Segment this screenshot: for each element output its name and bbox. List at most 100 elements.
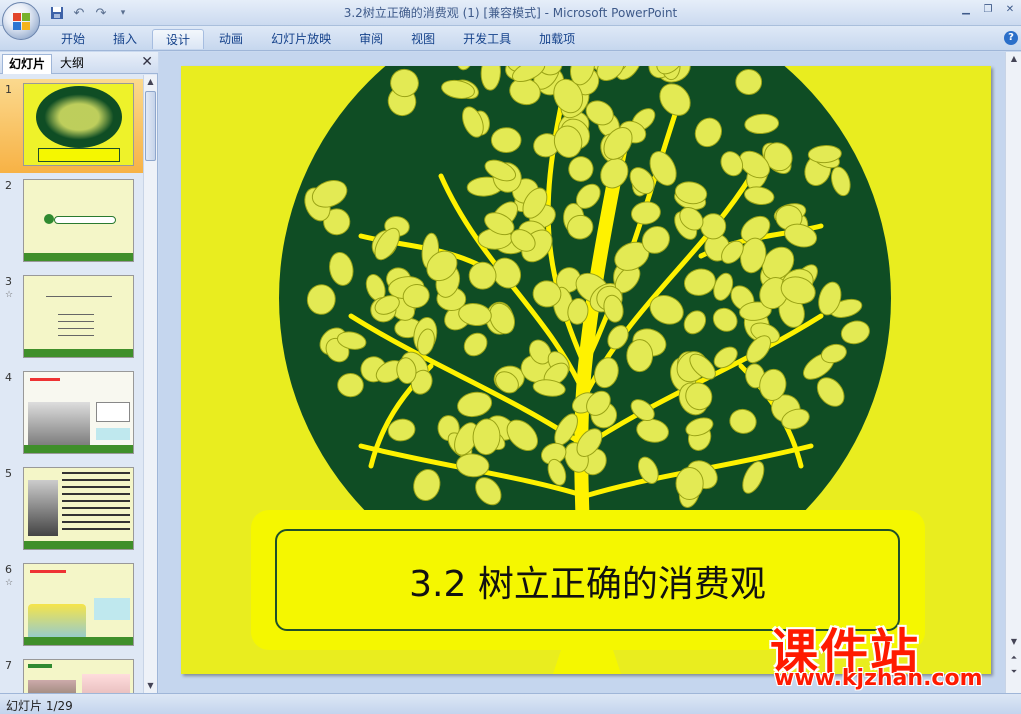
tab-4[interactable]: 幻灯片放映 xyxy=(258,29,344,49)
tree-leaf xyxy=(490,127,522,154)
tab-slides[interactable]: 幻灯片 xyxy=(2,54,53,74)
slide-thumbnail[interactable] xyxy=(23,179,134,262)
slide-thumbnail-row[interactable]: 2 xyxy=(0,175,144,269)
tree-leaf xyxy=(675,467,704,500)
watermark-url: www.kjzhan.com xyxy=(774,666,983,691)
thumbnail-shape xyxy=(28,664,52,668)
close-icon[interactable]: ✕ xyxy=(999,0,1021,18)
ribbon-tabs: 开始 插入 设计 动画 幻灯片放映 审阅 视图 开发工具 加载项 xyxy=(48,29,590,49)
slide-thumbnail[interactable] xyxy=(23,467,134,550)
thumbnail-shape xyxy=(58,328,94,329)
slide-title[interactable]: 3.2 树立正确的消费观 xyxy=(277,555,898,607)
slide-thumbnail-row[interactable]: 5 xyxy=(0,463,144,557)
tree-leaf xyxy=(626,339,654,373)
thumbnail-shape xyxy=(96,402,130,422)
title-bar: ↶ ↷ ▾ 3.2树立正确的消费观 (1) [兼容模式] - Microsoft… xyxy=(0,0,1021,26)
thumbnail-shape xyxy=(58,335,94,336)
thumbnail-shape xyxy=(28,402,90,448)
tab-outline[interactable]: 大纲 xyxy=(54,54,90,74)
slide-thumbnail[interactable] xyxy=(23,659,134,693)
thumbnail-shape xyxy=(62,507,130,509)
thumbnail-shape xyxy=(46,296,112,297)
thumbnail-number: 4 xyxy=(5,371,12,384)
thumbnail-number: 2 xyxy=(5,179,12,192)
slide-thumbnail[interactable] xyxy=(23,275,134,358)
animation-star-icon: ☆ xyxy=(5,290,14,300)
thumbnail-shape xyxy=(62,500,130,502)
scroll-up-icon[interactable]: ▲ xyxy=(144,75,157,89)
thumbnail-shape xyxy=(24,445,133,453)
main-scrollbar[interactable]: ▲ ▼ ⏶ ⏷ xyxy=(1005,52,1021,693)
thumbnail-shape xyxy=(62,521,130,523)
thumbnail-shape xyxy=(24,541,133,549)
slide-thumbnail-row[interactable]: 1 xyxy=(0,79,144,173)
thumbnail-shape xyxy=(24,253,133,261)
thumbnail-shape xyxy=(28,604,86,640)
thumbnail-number: 3 xyxy=(5,275,12,288)
tab-1[interactable]: 插入 xyxy=(100,29,150,49)
tab-2[interactable]: 设计 xyxy=(152,29,205,49)
slides-panel: 幻灯片 大纲 ✕ 1 2 3 ☆ 4 5 6 ☆ 7 ▲ ▼ xyxy=(0,52,158,693)
trunk-base xyxy=(553,650,621,674)
thumbnail-shape xyxy=(62,514,130,516)
thumbnail-shape xyxy=(62,479,130,481)
slide-thumbnail[interactable] xyxy=(23,83,134,166)
thumbnail-shape xyxy=(58,321,94,322)
thumbnail-number: 7 xyxy=(5,659,12,672)
window-title: 3.2树立正确的消费观 (1) [兼容模式] - Microsoft Power… xyxy=(343,6,678,20)
thumbnail-shape xyxy=(30,570,66,573)
thumbnail-number: 6 xyxy=(5,563,12,576)
minimize-icon[interactable]: ▁ xyxy=(955,0,977,18)
slide-editing-area: 3.2 树立正确的消费观 ▲ ▼ ⏶ ⏷ xyxy=(159,52,1021,693)
slide-thumbnail[interactable] xyxy=(23,371,134,454)
watermark: 课件站 www.kjzhan.com xyxy=(770,612,1010,691)
scroll-down-icon[interactable]: ▼ xyxy=(144,679,157,693)
slide-thumbnail-row[interactable]: 4 xyxy=(0,367,144,461)
ribbon-tab-strip: 开始 插入 设计 动画 幻灯片放映 审阅 视图 开发工具 加载项 ? xyxy=(0,26,1021,51)
animation-star-icon: ☆ xyxy=(5,578,14,588)
help-icon[interactable]: ? xyxy=(1004,31,1018,45)
tab-6[interactable]: 视图 xyxy=(398,29,448,49)
tab-7[interactable]: 开发工具 xyxy=(450,29,524,49)
scroll-thumb[interactable] xyxy=(145,91,156,161)
office-logo-icon xyxy=(13,13,31,31)
close-icon[interactable]: ✕ xyxy=(141,54,153,70)
thumbnail-shape xyxy=(82,674,130,693)
thumbnail-shape xyxy=(44,214,54,224)
slide-thumbnail[interactable] xyxy=(23,563,134,646)
slide-canvas[interactable]: 3.2 树立正确的消费观 xyxy=(181,66,991,674)
thumbnail-shape xyxy=(58,314,94,315)
thumbnail-shape xyxy=(62,493,130,495)
thumbnail-shape xyxy=(94,598,130,620)
slide-thumbnail-row[interactable]: 6 ☆ xyxy=(0,559,144,653)
thumbnail-shape xyxy=(24,349,133,357)
thumbnail-shape xyxy=(28,480,58,536)
thumbnail-shape xyxy=(62,472,130,474)
thumbnail-scrollbar[interactable]: ▲ ▼ xyxy=(143,75,157,693)
thumbnail-shape xyxy=(62,528,130,530)
status-bar: 幻灯片 1/29 xyxy=(0,693,1021,714)
scroll-up-icon[interactable]: ▲ xyxy=(1007,52,1021,66)
tab-3[interactable]: 动画 xyxy=(206,29,256,49)
thumbnail-shape xyxy=(62,486,130,488)
restore-icon[interactable]: ❐ xyxy=(977,0,999,18)
thumbnail-number: 1 xyxy=(5,83,12,96)
office-button[interactable] xyxy=(2,2,40,40)
tab-0[interactable]: 开始 xyxy=(48,29,98,49)
thumbnail-list: 1 2 3 ☆ 4 5 6 ☆ 7 xyxy=(0,75,144,693)
tab-8[interactable]: 加载项 xyxy=(526,29,588,49)
thumbnail-shape xyxy=(28,680,76,693)
thumbnail-shape xyxy=(38,148,120,162)
panel-tabs: 幻灯片 大纲 ✕ xyxy=(0,52,158,74)
tab-5[interactable]: 审阅 xyxy=(346,29,396,49)
slide-counter: 幻灯片 1/29 xyxy=(6,699,73,713)
tree-leaf xyxy=(337,372,364,398)
thumbnail-shape xyxy=(96,428,130,440)
slide-thumbnail-row[interactable]: 3 ☆ xyxy=(0,271,144,365)
slide-thumbnail-row[interactable]: 7 xyxy=(0,655,144,693)
thumbnail-number: 5 xyxy=(5,467,12,480)
thumbnail-shape xyxy=(44,94,114,140)
thumbnail-shape xyxy=(30,378,60,381)
window-controls: ▁ ❐ ✕ xyxy=(955,0,1021,18)
thumbnail-shape xyxy=(54,216,116,224)
